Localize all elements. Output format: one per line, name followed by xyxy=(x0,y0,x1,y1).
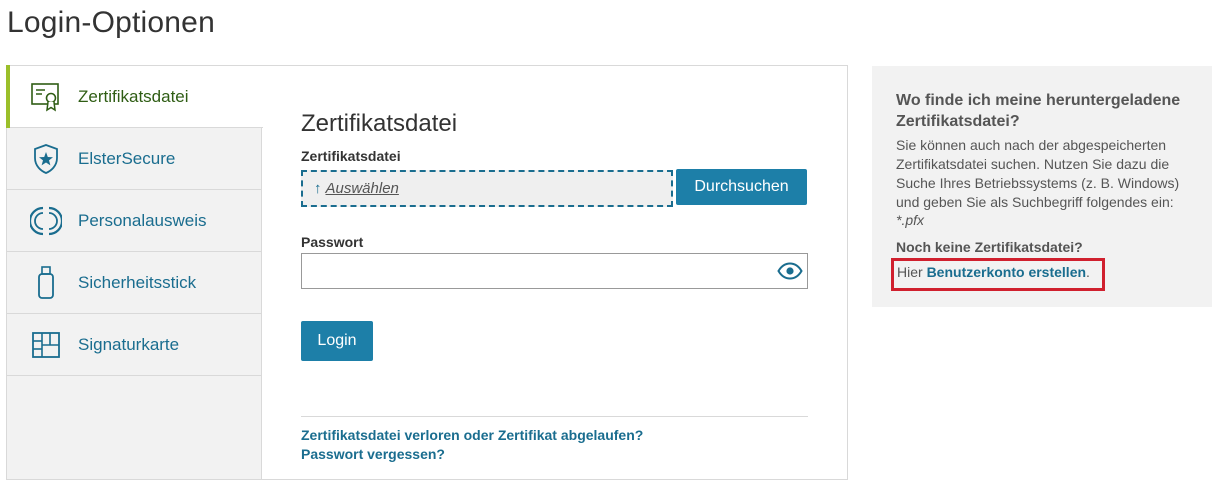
create-account-line: Hier Benutzerkonto erstellen. xyxy=(897,264,1090,280)
form-heading: Zertifikatsdatei xyxy=(301,110,458,137)
no-certificate-heading: Noch keine Zertifikatsdatei? xyxy=(896,239,1083,255)
show-password-eye-icon[interactable] xyxy=(777,262,803,280)
create-account-suffix: . xyxy=(1086,264,1090,280)
file-extension-hint: *.pfx xyxy=(896,212,925,228)
tab-signaturkarte[interactable]: Signaturkarte xyxy=(7,314,262,376)
tab-zertifikatsdatei[interactable]: Zertifikatsdatei xyxy=(6,65,263,128)
shield-star-icon xyxy=(29,142,63,176)
id-card-chip-icon xyxy=(29,204,63,238)
tab-elstersecure[interactable]: ElsterSecure xyxy=(7,128,262,190)
certificate-lost-link[interactable]: Zertifikatsdatei verloren oder Zertifika… xyxy=(301,427,643,443)
file-select-field[interactable]: ↑ Auswählen xyxy=(301,170,673,207)
login-card: Zertifikatsdatei ElsterSecure Personalau… xyxy=(6,65,848,480)
file-field-label: Zertifikatsdatei xyxy=(301,148,401,164)
form-divider xyxy=(301,416,808,417)
password-input[interactable] xyxy=(301,253,808,289)
create-account-link[interactable]: Benutzerkonto erstellen xyxy=(927,264,1086,280)
browse-button[interactable]: Durchsuchen xyxy=(676,169,807,205)
usb-stick-icon xyxy=(29,266,63,300)
tab-label: Signaturkarte xyxy=(78,334,180,354)
file-choose-link[interactable]: Auswählen xyxy=(326,180,399,197)
tab-label: ElsterSecure xyxy=(78,148,176,168)
login-button[interactable]: Login xyxy=(301,321,373,361)
tab-label: Sicherheitsstick xyxy=(78,272,197,292)
login-method-tabs: Zertifikatsdatei ElsterSecure Personalau… xyxy=(6,65,263,479)
upload-arrow-icon: ↑ xyxy=(314,180,322,197)
create-account-prefix: Hier xyxy=(897,264,927,280)
help-panel: Wo finde ich meine heruntergeladene Zert… xyxy=(872,66,1212,307)
certificate-icon xyxy=(29,80,63,114)
tab-personalausweis[interactable]: Personalausweis xyxy=(7,190,262,252)
help-text: Sie können auch nach der abgespeicherten… xyxy=(896,137,1180,210)
page-title: Login-Optionen xyxy=(7,6,215,39)
password-field-label: Passwort xyxy=(301,234,364,250)
smartcard-icon xyxy=(29,328,63,362)
certificate-login-form: Zertifikatsdatei Zertifikatsdatei ↑ Ausw… xyxy=(301,66,808,479)
tab-label: Zertifikatsdatei xyxy=(78,86,189,106)
tab-label: Personalausweis xyxy=(78,210,207,230)
help-title: Wo finde ich meine heruntergeladene Zert… xyxy=(896,92,1181,130)
forgot-password-link[interactable]: Passwort vergessen? xyxy=(301,446,445,462)
tab-sicherheitsstick[interactable]: Sicherheitsstick xyxy=(7,252,262,314)
